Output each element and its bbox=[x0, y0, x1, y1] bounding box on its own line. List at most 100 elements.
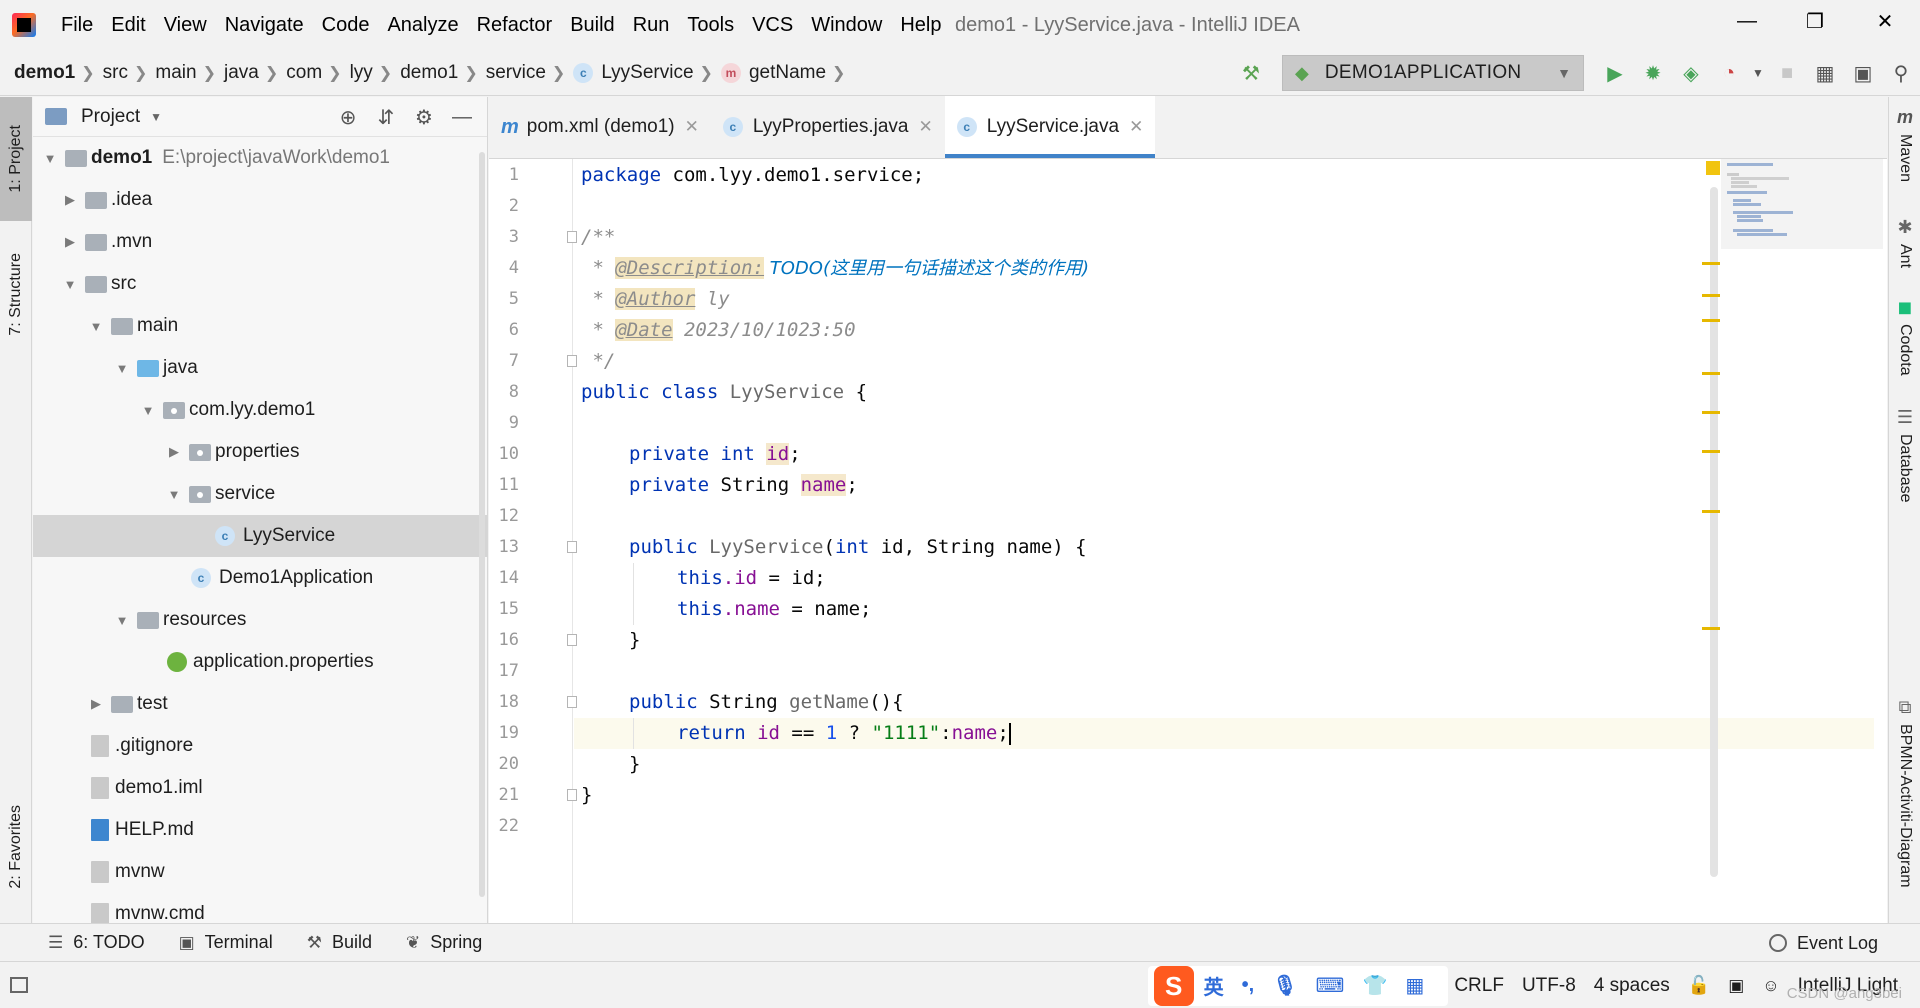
warning-marker[interactable] bbox=[1702, 319, 1720, 322]
breadcrumb-item-com[interactable]: com ❯ bbox=[286, 62, 349, 84]
menu-window[interactable]: Window bbox=[802, 0, 891, 50]
menu-refactor[interactable]: Refactor bbox=[468, 0, 562, 50]
tool-tab-maven[interactable]: m Maven bbox=[1889, 107, 1920, 182]
tool-tab-spring[interactable]: ❦ Spring bbox=[406, 932, 482, 953]
menu-view[interactable]: View bbox=[155, 0, 216, 50]
line-separator-status[interactable]: CRLF bbox=[1454, 975, 1504, 997]
keyboard-icon[interactable]: ⌨ bbox=[1316, 973, 1345, 998]
tree-item-service[interactable]: ▼ service bbox=[33, 473, 487, 515]
expanded-arrow-icon[interactable]: ▼ bbox=[61, 277, 79, 292]
tool-tab-project[interactable]: 1: Project bbox=[0, 97, 32, 221]
expanded-arrow-icon[interactable]: ▼ bbox=[139, 403, 157, 418]
tree-item-test[interactable]: ▶ test bbox=[33, 683, 487, 725]
tree-item-idea[interactable]: ▶ .idea bbox=[33, 179, 487, 221]
tree-item-lyyservice[interactable]: c LyyService bbox=[33, 515, 487, 557]
breadcrumb-item-service[interactable]: service ❯ bbox=[486, 62, 574, 84]
breadcrumb-item-lyy[interactable]: lyy ❯ bbox=[350, 62, 401, 84]
tab-pom-xml[interactable]: m pom.xml (demo1) ✕ bbox=[489, 96, 711, 158]
warning-marker[interactable] bbox=[1702, 262, 1720, 265]
close-icon[interactable]: ✕ bbox=[918, 117, 932, 137]
expanded-arrow-icon[interactable]: ▼ bbox=[41, 151, 59, 166]
menu-analyze[interactable]: Analyze bbox=[378, 0, 467, 50]
project-structure-icon[interactable]: ▦ bbox=[1806, 54, 1844, 92]
tool-tab-build[interactable]: ⚒ Build bbox=[307, 932, 372, 953]
project-panel-title[interactable]: Project bbox=[81, 106, 140, 128]
run-icon[interactable]: ▶ bbox=[1596, 54, 1634, 92]
collapsed-arrow-icon[interactable]: ▶ bbox=[61, 234, 79, 250]
tab-lyyservice[interactable]: c LyyService.java ✕ bbox=[944, 96, 1156, 158]
gear-icon[interactable]: ⚙ bbox=[405, 105, 443, 130]
tree-item-package[interactable]: ▼ com.lyy.demo1 bbox=[33, 389, 487, 431]
tool-tab-event-log[interactable]: Event Log bbox=[1768, 924, 1878, 962]
expanded-arrow-icon[interactable]: ▼ bbox=[165, 487, 183, 502]
debug-icon[interactable]: ✹ bbox=[1634, 54, 1672, 92]
tree-item-mvnw-cmd[interactable]: mvnw.cmd bbox=[33, 893, 487, 923]
breadcrumb-item-demo1[interactable]: demo1 ❯ bbox=[14, 62, 103, 84]
menu-tools[interactable]: Tools bbox=[678, 0, 743, 50]
editor-scrollbar[interactable] bbox=[1710, 187, 1718, 877]
tree-item-resources[interactable]: ▼ resources bbox=[33, 599, 487, 641]
collapsed-arrow-icon[interactable]: ▶ bbox=[165, 444, 183, 460]
run-configuration-selector[interactable]: ◆ DEMO1APPLICATION ▼ bbox=[1282, 55, 1584, 91]
grid-menu-icon[interactable]: ▦ bbox=[1405, 973, 1424, 998]
menu-help[interactable]: Help bbox=[891, 0, 950, 50]
profile-icon[interactable]: ◔ bbox=[1710, 54, 1748, 92]
tree-item-java[interactable]: ▼ java bbox=[33, 347, 487, 389]
tool-tab-favorites[interactable]: 2: Favorites bbox=[0, 787, 32, 907]
expanded-arrow-icon[interactable]: ▼ bbox=[87, 319, 105, 334]
code-text-area[interactable]: package com.lyy.demo1.service; /** * @De… bbox=[574, 159, 1874, 923]
tool-tab-bpmn[interactable]: ⧉ BPMN-Activiti-Diagram bbox=[1889, 697, 1920, 888]
inspection-warning-icon[interactable] bbox=[1706, 161, 1720, 175]
hide-panel-icon[interactable]: — bbox=[443, 106, 481, 129]
breadcrumb-item-lyyservice[interactable]: c LyyService ❯ bbox=[573, 62, 721, 84]
menu-run[interactable]: Run bbox=[624, 0, 679, 50]
tree-item-mvnw[interactable]: mvnw bbox=[33, 851, 487, 893]
close-icon[interactable]: ✕ bbox=[685, 117, 699, 137]
skin-icon[interactable]: 👕 bbox=[1363, 973, 1388, 998]
breadcrumb-item-demo1-package[interactable]: demo1 ❯ bbox=[400, 62, 486, 84]
inspector-icon[interactable]: ☺ bbox=[1762, 976, 1779, 996]
menu-navigate[interactable]: Navigate bbox=[216, 0, 313, 50]
ime-toolbar[interactable]: S 英 •, 🎙 ⌨ 👕 ▦ bbox=[1147, 965, 1449, 1006]
tool-tab-structure[interactable]: 7: Structure bbox=[0, 232, 32, 357]
project-scrollbar[interactable] bbox=[479, 152, 485, 897]
terminal-icon[interactable]: ▣ bbox=[1728, 976, 1744, 996]
tree-item-properties[interactable]: ▶ properties bbox=[33, 431, 487, 473]
build-hammer-icon[interactable]: ⚒ bbox=[1232, 54, 1270, 92]
close-icon[interactable]: ✕ bbox=[1129, 117, 1143, 137]
minimize-button[interactable]: — bbox=[1712, 0, 1782, 42]
warning-marker[interactable] bbox=[1702, 372, 1720, 375]
menu-build[interactable]: Build bbox=[561, 0, 623, 50]
layout-icon[interactable]: ▣ bbox=[1844, 54, 1882, 92]
encoding-status[interactable]: UTF-8 bbox=[1522, 975, 1576, 997]
menu-vcs[interactable]: VCS bbox=[743, 0, 802, 50]
line-number-gutter[interactable]: 1 2 3 4 5 6 7 8 9 10 11 12 13 14 15 16 1… bbox=[489, 159, 577, 923]
tree-item-src[interactable]: ▼ src bbox=[33, 263, 487, 305]
collapse-all-icon[interactable]: ⇵ bbox=[367, 105, 405, 130]
tree-item-root[interactable]: ▼ demo1 E:\project\javaWork\demo1 bbox=[33, 137, 487, 179]
chevron-down-icon[interactable]: ▼ bbox=[150, 110, 162, 124]
warning-marker[interactable] bbox=[1702, 294, 1720, 297]
tool-tab-database[interactable]: ☰ Database bbox=[1889, 407, 1920, 503]
menu-code[interactable]: Code bbox=[313, 0, 379, 50]
tool-tab-ant[interactable]: ✱ Ant bbox=[1889, 217, 1920, 268]
expanded-arrow-icon[interactable]: ▼ bbox=[113, 613, 131, 628]
close-window-button[interactable]: ✕ bbox=[1850, 0, 1920, 42]
breadcrumb-item-main[interactable]: main ❯ bbox=[155, 62, 224, 84]
tree-item-demo1application[interactable]: c Demo1Application bbox=[33, 557, 487, 599]
punctuation-icon[interactable]: •, bbox=[1242, 974, 1255, 997]
breadcrumb-item-java[interactable]: java ❯ bbox=[224, 62, 286, 84]
warning-marker[interactable] bbox=[1702, 450, 1720, 453]
coverage-icon[interactable]: ◈ bbox=[1672, 54, 1710, 92]
warning-marker[interactable] bbox=[1702, 510, 1720, 513]
locate-file-icon[interactable]: ⊕ bbox=[329, 105, 367, 130]
search-icon[interactable]: ⚲ bbox=[1882, 54, 1920, 92]
chevron-down-icon[interactable]: ▼ bbox=[1748, 54, 1768, 92]
ime-language[interactable]: 英 bbox=[1204, 971, 1224, 1000]
menu-edit[interactable]: Edit bbox=[102, 0, 154, 50]
tool-tab-todo[interactable]: ☰ 6: TODO bbox=[48, 932, 145, 953]
menu-file[interactable]: File bbox=[52, 0, 102, 50]
lock-icon[interactable]: 🔓 bbox=[1688, 975, 1710, 996]
tree-item-gitignore[interactable]: .gitignore bbox=[33, 725, 487, 767]
code-minimap[interactable] bbox=[1721, 159, 1883, 249]
